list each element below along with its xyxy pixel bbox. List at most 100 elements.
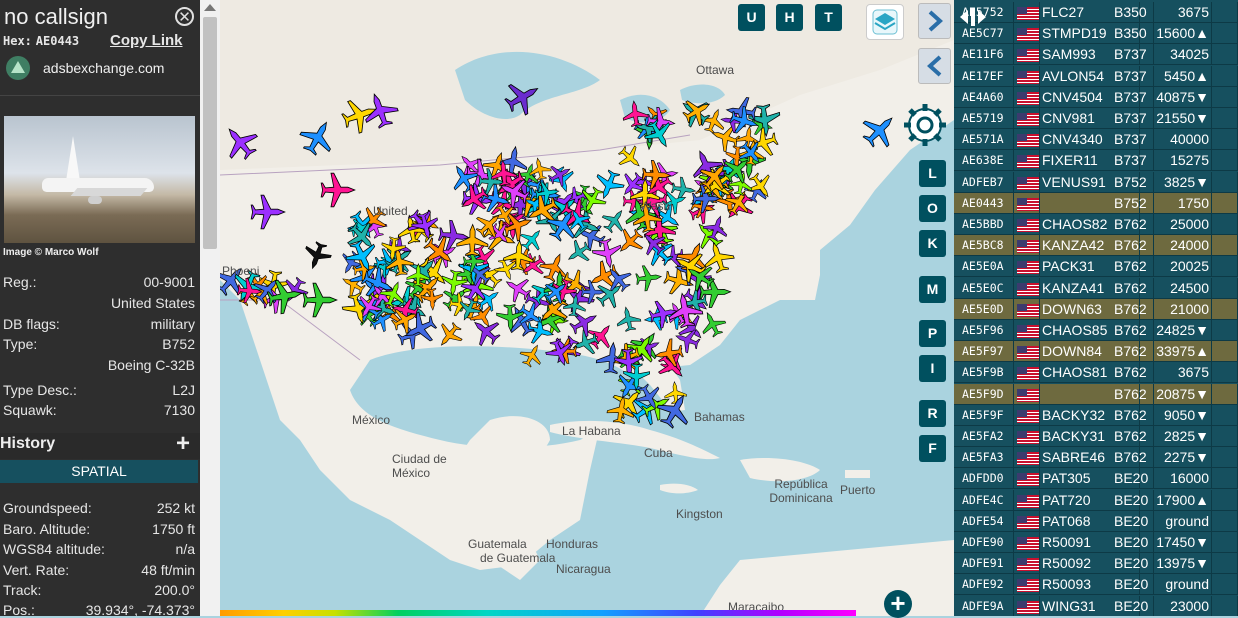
table-row[interactable]: ADFEB7 VENUS91 B752 3825▼ xyxy=(954,171,1238,193)
altitude-cell: 9050▼ xyxy=(1154,404,1212,426)
table-row[interactable]: ADFDD0 PAT305 BE20 16000 xyxy=(954,468,1238,490)
table-row[interactable]: AE4A60 CNV4504 B737 40875▼ xyxy=(954,86,1238,108)
table-row[interactable]: AE571A CNV4340 B737 40000 xyxy=(954,129,1238,151)
map-view[interactable]: Ottawa United Washi México La Habana Cub… xyxy=(220,0,954,616)
layers-button[interactable] xyxy=(866,4,904,40)
aircraft-icon[interactable] xyxy=(614,141,647,174)
hex-cell: ADFE92 xyxy=(954,574,1014,596)
altitude-cell: ground xyxy=(1154,574,1212,596)
table-row[interactable]: AE5F9F BACKY32 B762 9050▼ xyxy=(954,404,1238,426)
m-button[interactable]: M xyxy=(919,276,946,303)
aircraft-icon[interactable] xyxy=(500,74,546,120)
us-flag-icon xyxy=(1014,44,1040,66)
extra-cell xyxy=(1212,404,1238,426)
table-row[interactable]: AE5BBD CHAOS82 B762 25000 xyxy=(954,214,1238,235)
hex-cell: AE11F6 xyxy=(954,44,1014,66)
aircraft-icon[interactable] xyxy=(432,318,467,353)
aircraft-icon[interactable] xyxy=(612,224,649,261)
table-row[interactable]: AE5E0A PACK31 B762 20025 xyxy=(954,256,1238,278)
expand-right-button[interactable] xyxy=(918,3,951,39)
table-row[interactable]: AE638E FIXER11 B737 15275 xyxy=(954,150,1238,172)
table-resize-handle[interactable] xyxy=(958,6,988,28)
table-row[interactable]: AE5C77 STMPD19 B350 15600▲ xyxy=(954,23,1238,45)
map-label-nicaragua: Nicaragua xyxy=(556,562,611,576)
info-field-label: Type Desc.: xyxy=(3,382,77,398)
i-button[interactable]: I xyxy=(919,355,946,382)
type-cell: BE20 xyxy=(1112,489,1154,511)
table-row[interactable]: ADFE91 R50092 BE20 13975▼ xyxy=(954,553,1238,575)
k-button[interactable]: K xyxy=(919,230,946,257)
u-button[interactable]: U xyxy=(738,4,765,31)
aircraft-icon[interactable] xyxy=(856,106,904,154)
table-row[interactable]: AE5719 CNV981 B737 21550▼ xyxy=(954,108,1238,129)
aircraft-icon[interactable] xyxy=(320,172,356,208)
altitude-value: 25000 xyxy=(1170,216,1209,232)
aircraft-layer[interactable] xyxy=(220,0,954,616)
table-row[interactable]: ADFE54 PAT068 BE20 ground xyxy=(954,510,1238,532)
aircraft-info-panel: no callsign ✕ Hex: AE0443 Copy Link adsb… xyxy=(0,0,200,616)
aircraft-icon[interactable] xyxy=(220,118,264,165)
scroll-up-icon[interactable] xyxy=(204,4,216,11)
info-field-value: 00-9001 xyxy=(143,274,195,290)
table-row[interactable]: AE5BC8 KANZA42 B762 24000 xyxy=(954,235,1238,257)
f-button[interactable]: F xyxy=(919,435,946,462)
table-row[interactable]: AE5F9D B762 20875▼ xyxy=(954,383,1238,405)
aircraft-icon[interactable] xyxy=(250,194,286,230)
collapse-left-button[interactable] xyxy=(918,48,951,84)
table-row[interactable]: AE11F6 SAM993 B737 34025 xyxy=(954,44,1238,66)
aircraft-icon[interactable] xyxy=(295,114,341,160)
callsign-title: no callsign xyxy=(4,4,108,29)
table-row[interactable]: AE5F97 DOWN84 B762 33975▲ xyxy=(954,341,1238,363)
aircraft-table[interactable]: AE5752 FLC27 B350 3675 AE5C77 STMPD19 B350 1560… xyxy=(954,0,1238,616)
altitude-cell: 1750 xyxy=(1154,192,1212,214)
close-icon[interactable]: ✕ xyxy=(175,7,194,26)
aircraft-icon[interactable] xyxy=(635,264,663,292)
table-row[interactable]: AE5752 FLC27 B350 3675 xyxy=(954,2,1238,23)
info-field-label: Squawk: xyxy=(3,402,57,418)
table-row[interactable]: AE17EF AVLON54 B737 5450▲ xyxy=(954,65,1238,87)
scrollbar-thumb[interactable] xyxy=(203,17,217,249)
table-row[interactable]: ADFE9A WING31 BE20 23000 xyxy=(954,595,1238,616)
zoom-in-button[interactable]: + xyxy=(884,590,912,618)
altitude-value: 34025 xyxy=(1170,46,1209,63)
type-cell: B737 xyxy=(1112,108,1154,129)
table-row[interactable]: AE5E0C KANZA41 B762 24500 xyxy=(954,277,1238,299)
aircraft-icon[interactable] xyxy=(517,340,547,370)
hex-cell: ADFE4C xyxy=(954,489,1014,511)
aircraft-icon[interactable] xyxy=(300,239,334,273)
extra-cell xyxy=(1212,383,1238,405)
aircraft-icon[interactable] xyxy=(614,305,642,333)
o-button[interactable]: O xyxy=(919,195,946,222)
table-row[interactable]: AE0443 B752 1750 xyxy=(954,192,1238,214)
altitude-value: 40875 xyxy=(1156,88,1196,105)
table-row[interactable]: AE5F96 CHAOS85 B762 24825▼ xyxy=(954,320,1238,341)
source-link[interactable]: adsbexchange.com xyxy=(43,60,164,76)
table-row[interactable]: ADFE90 R50091 BE20 17450▼ xyxy=(954,532,1238,553)
table-row[interactable]: ADFE4C PAT720 BE20 17900▲ xyxy=(954,489,1238,511)
info-scrollbar[interactable] xyxy=(200,0,220,616)
extra-cell xyxy=(1212,510,1238,532)
aircraft-icon[interactable] xyxy=(302,282,338,318)
table-row[interactable]: AE5F9B CHAOS81 B762 3675 xyxy=(954,362,1238,384)
table-row[interactable]: AE5FA2 BACKY31 B762 2825▼ xyxy=(954,426,1238,447)
table-row[interactable]: AE5FA3 SABRE46 B762 2275▼ xyxy=(954,447,1238,469)
us-flag-icon xyxy=(1014,532,1040,553)
r-button[interactable]: R xyxy=(919,400,946,427)
t-button[interactable]: T xyxy=(815,4,842,31)
aircraft-photo[interactable] xyxy=(4,116,195,243)
table-row[interactable]: ADFE92 R50093 BE20 ground xyxy=(954,574,1238,596)
settings-button[interactable] xyxy=(900,100,950,150)
aircraft-icon[interactable] xyxy=(500,271,535,306)
altitude-value: 15275 xyxy=(1170,152,1209,169)
hex-cell: ADFE9A xyxy=(954,595,1014,616)
altitude-cell: 15275 xyxy=(1154,150,1212,172)
p-button[interactable]: P xyxy=(919,320,946,347)
l-button[interactable]: L xyxy=(919,160,946,187)
expand-plus-icon[interactable]: + xyxy=(176,430,190,458)
history-header[interactable]: History + xyxy=(0,430,200,459)
copy-link-button[interactable]: Copy Link xyxy=(110,32,183,49)
aircraft-icon[interactable] xyxy=(591,237,625,271)
spatial-header[interactable]: SPATIAL xyxy=(0,460,198,483)
table-row[interactable]: AE5E0D DOWN63 B762 21000 xyxy=(954,298,1238,320)
h-button[interactable]: H xyxy=(776,4,803,31)
